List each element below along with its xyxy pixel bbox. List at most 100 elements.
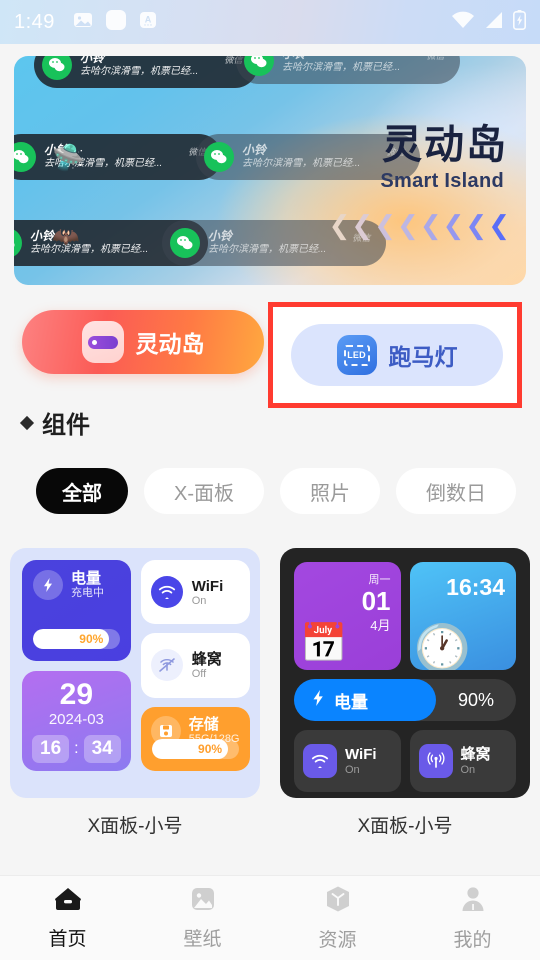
notification-app: 微信 bbox=[426, 56, 445, 61]
diamond-bullet-icon bbox=[19, 415, 35, 430]
clock-tile: 16:34 🕐 bbox=[409, 562, 516, 670]
date-tile-clock: 16 : 34 bbox=[32, 735, 121, 763]
wechat-icon bbox=[14, 228, 22, 258]
wifi-tile-status: On bbox=[191, 594, 207, 607]
nav-item-home-label: 首页 bbox=[48, 928, 87, 950]
widget-card-label: X面板-小号 bbox=[87, 816, 183, 837]
cellular-tile-status: Off bbox=[191, 668, 207, 681]
led-icon: LED bbox=[336, 335, 377, 375]
battery-tile: 电量 充电中 90% bbox=[22, 560, 131, 661]
image-icon bbox=[73, 10, 93, 35]
filter-chip-row[interactable]: 全部 X-面板 照片 倒数日 bbox=[0, 462, 540, 520]
notification-sender: 小铃 bbox=[242, 143, 267, 158]
storage-progress-bar: 90% bbox=[151, 739, 239, 759]
storage-percent: 90% bbox=[198, 742, 223, 756]
svg-text:A: A bbox=[145, 14, 152, 24]
cellular-tile: 蜂窝 Off bbox=[140, 633, 250, 698]
filter-chip-photo[interactable]: 照片 bbox=[280, 468, 380, 514]
notification-message: 去哈尔滨滑雪，机票已经... bbox=[80, 66, 199, 78]
clock-minute: 34 bbox=[83, 735, 121, 763]
wifi-tile-dark-title: WiFi bbox=[345, 746, 377, 764]
chevron-left-icon: ❮ bbox=[328, 210, 351, 240]
chevron-left-icon: ❮ bbox=[442, 210, 465, 240]
calendar-weekday: 周一 bbox=[368, 574, 391, 586]
wechat-icon bbox=[244, 56, 274, 76]
chevron-left-icon: ❮ bbox=[419, 210, 442, 240]
notification-message: 去哈尔滨滑雪，机票已经... bbox=[30, 244, 149, 256]
notification-text: 小铃 去哈尔滨滑雪，机票已经... bbox=[282, 56, 400, 75]
widget-left-column: 电量 充电中 90% 29 2024-03 16 : 34 bbox=[22, 560, 131, 771]
clock-separator: : bbox=[74, 740, 79, 757]
battery-progress-bar: 90% bbox=[33, 628, 120, 649]
notification-text: 小铃 去哈尔滨滑雪，机票已经... bbox=[242, 143, 360, 171]
filter-chip-countdown[interactable]: 倒数日 bbox=[396, 468, 516, 514]
clock-tile-time: 16:34 bbox=[446, 574, 505, 600]
marquee-button[interactable]: LED 跑马灯 bbox=[291, 324, 503, 386]
wechat-icon bbox=[14, 142, 36, 172]
nav-item-resource-label: 资源 bbox=[318, 929, 357, 951]
image-icon bbox=[189, 886, 217, 917]
notification-message: 去哈尔滨滑雪，机票已经... bbox=[208, 244, 327, 256]
input-method-a-icon: A bbox=[139, 11, 157, 34]
nav-item-profile[interactable]: 我的 bbox=[405, 885, 540, 952]
bolt-icon bbox=[33, 570, 63, 601]
wifi-tile-dark-status: On bbox=[345, 763, 360, 776]
nav-item-wallpaper[interactable]: 壁纸 bbox=[135, 886, 270, 951]
widget-right-column: WiFi On 蜂窝 Off 存储 90% bbox=[140, 560, 250, 771]
chevron-left-icon: ❮ bbox=[465, 210, 488, 240]
hero-banner[interactable]: 小铃 去哈尔滨滑雪，机票已经... 微信 小铃 去哈尔滨滑雪，机票已经... 微… bbox=[14, 56, 526, 285]
calendar-tile: 周一 01 4月 📅 bbox=[294, 562, 401, 670]
widget-preview-dark[interactable]: 周一 01 4月 📅 16:34 🕐 电量 90% WiFi On 蜂窝 On bbox=[280, 548, 530, 798]
notification-card: 小铃 去哈尔滨滑雪，机票已经... 微信 bbox=[236, 56, 461, 84]
section-header: 组件 bbox=[19, 405, 90, 440]
battery-tile-dark-percent: 90% bbox=[458, 689, 495, 710]
widget-preview-light[interactable]: 电量 充电中 90% 29 2024-03 16 : 34 WiFi On 蜂窝… bbox=[10, 548, 260, 798]
dynamic-island-button[interactable]: 灵动岛 bbox=[22, 310, 264, 374]
cellular-tile-title: 蜂窝 bbox=[191, 650, 222, 668]
cellular-signal-icon bbox=[484, 11, 504, 34]
filter-chip-all[interactable]: 全部 bbox=[36, 468, 128, 514]
storage-tile-title: 存储 bbox=[188, 715, 219, 733]
date-tile: 29 2024-03 16 : 34 bbox=[22, 670, 131, 771]
notification-card: 小铃 去哈尔滨滑雪，机票已经... 微信 bbox=[34, 56, 259, 88]
dynamic-island-icon bbox=[81, 321, 124, 363]
status-bar-time: 1:49 bbox=[14, 10, 55, 33]
bottom-navigation: 首页 壁纸 资源 我的 bbox=[0, 875, 540, 960]
notification-sender: 小铃 bbox=[80, 56, 105, 66]
nav-item-wallpaper-label: 壁纸 bbox=[183, 928, 222, 950]
widget-card[interactable]: 周一 01 4月 📅 16:34 🕐 电量 90% WiFi On 蜂窝 On … bbox=[280, 548, 530, 838]
date-tile-year-month: 2024-03 bbox=[48, 711, 104, 728]
nav-item-home[interactable]: 首页 bbox=[0, 886, 135, 951]
banner-subtitle: Smart Island bbox=[380, 170, 504, 192]
widget-card[interactable]: 电量 充电中 90% 29 2024-03 16 : 34 WiFi On 蜂窝… bbox=[10, 548, 260, 838]
notification-text: 小铃 去哈尔滨滑雪，机票已经... bbox=[30, 229, 148, 257]
notification-message: 去哈尔滨滑雪，机票已经... bbox=[242, 158, 361, 170]
notification-card: 小铃 去哈尔滨滑雪，机票已经... 微信 bbox=[14, 134, 223, 180]
dynamic-island-button-label: 灵动岛 bbox=[135, 331, 205, 357]
wechat-icon bbox=[42, 56, 72, 80]
chevron-left-icons: ❮ ❮ ❮ ❮ ❮ ❮ ❮ ❮ bbox=[329, 212, 510, 238]
cellular-icon bbox=[418, 744, 453, 778]
calendar-day: 01 bbox=[361, 586, 391, 616]
calendar-icon: 📅 bbox=[300, 623, 348, 665]
battery-tile-dark-title: 电量 bbox=[334, 692, 368, 712]
person-icon bbox=[459, 885, 487, 918]
app-root: 1:49 A 小铃 去哈尔滨滑雪，机票已经... 微信 去哈尔滨滑雪，机票已经.… bbox=[0, 0, 540, 960]
bat-icon: 🦇 bbox=[52, 224, 80, 249]
banner-title: 灵动岛 bbox=[382, 123, 508, 167]
status-bar-left-icons: A bbox=[73, 9, 157, 36]
bolt-icon bbox=[310, 689, 326, 712]
cellular-tile-dark: 蜂窝 On bbox=[409, 730, 516, 792]
battery-percent: 90% bbox=[79, 631, 104, 646]
nav-item-resource[interactable]: 资源 bbox=[270, 885, 405, 952]
wechat-icon bbox=[170, 228, 200, 258]
notification-sender: 小铃 bbox=[30, 229, 55, 244]
filter-chip-x-panel[interactable]: X-面板 bbox=[144, 468, 264, 514]
wifi-tile: WiFi On bbox=[140, 560, 250, 625]
wifi-icon bbox=[303, 744, 337, 778]
status-bar: 1:49 A bbox=[0, 0, 540, 44]
storage-tile: 存储 55G/128G 90% bbox=[140, 706, 250, 771]
clock-hour: 16 bbox=[32, 735, 70, 763]
chevron-left-icon: ❮ bbox=[374, 210, 397, 240]
widget-card-label: X面板-小号 bbox=[357, 816, 453, 837]
